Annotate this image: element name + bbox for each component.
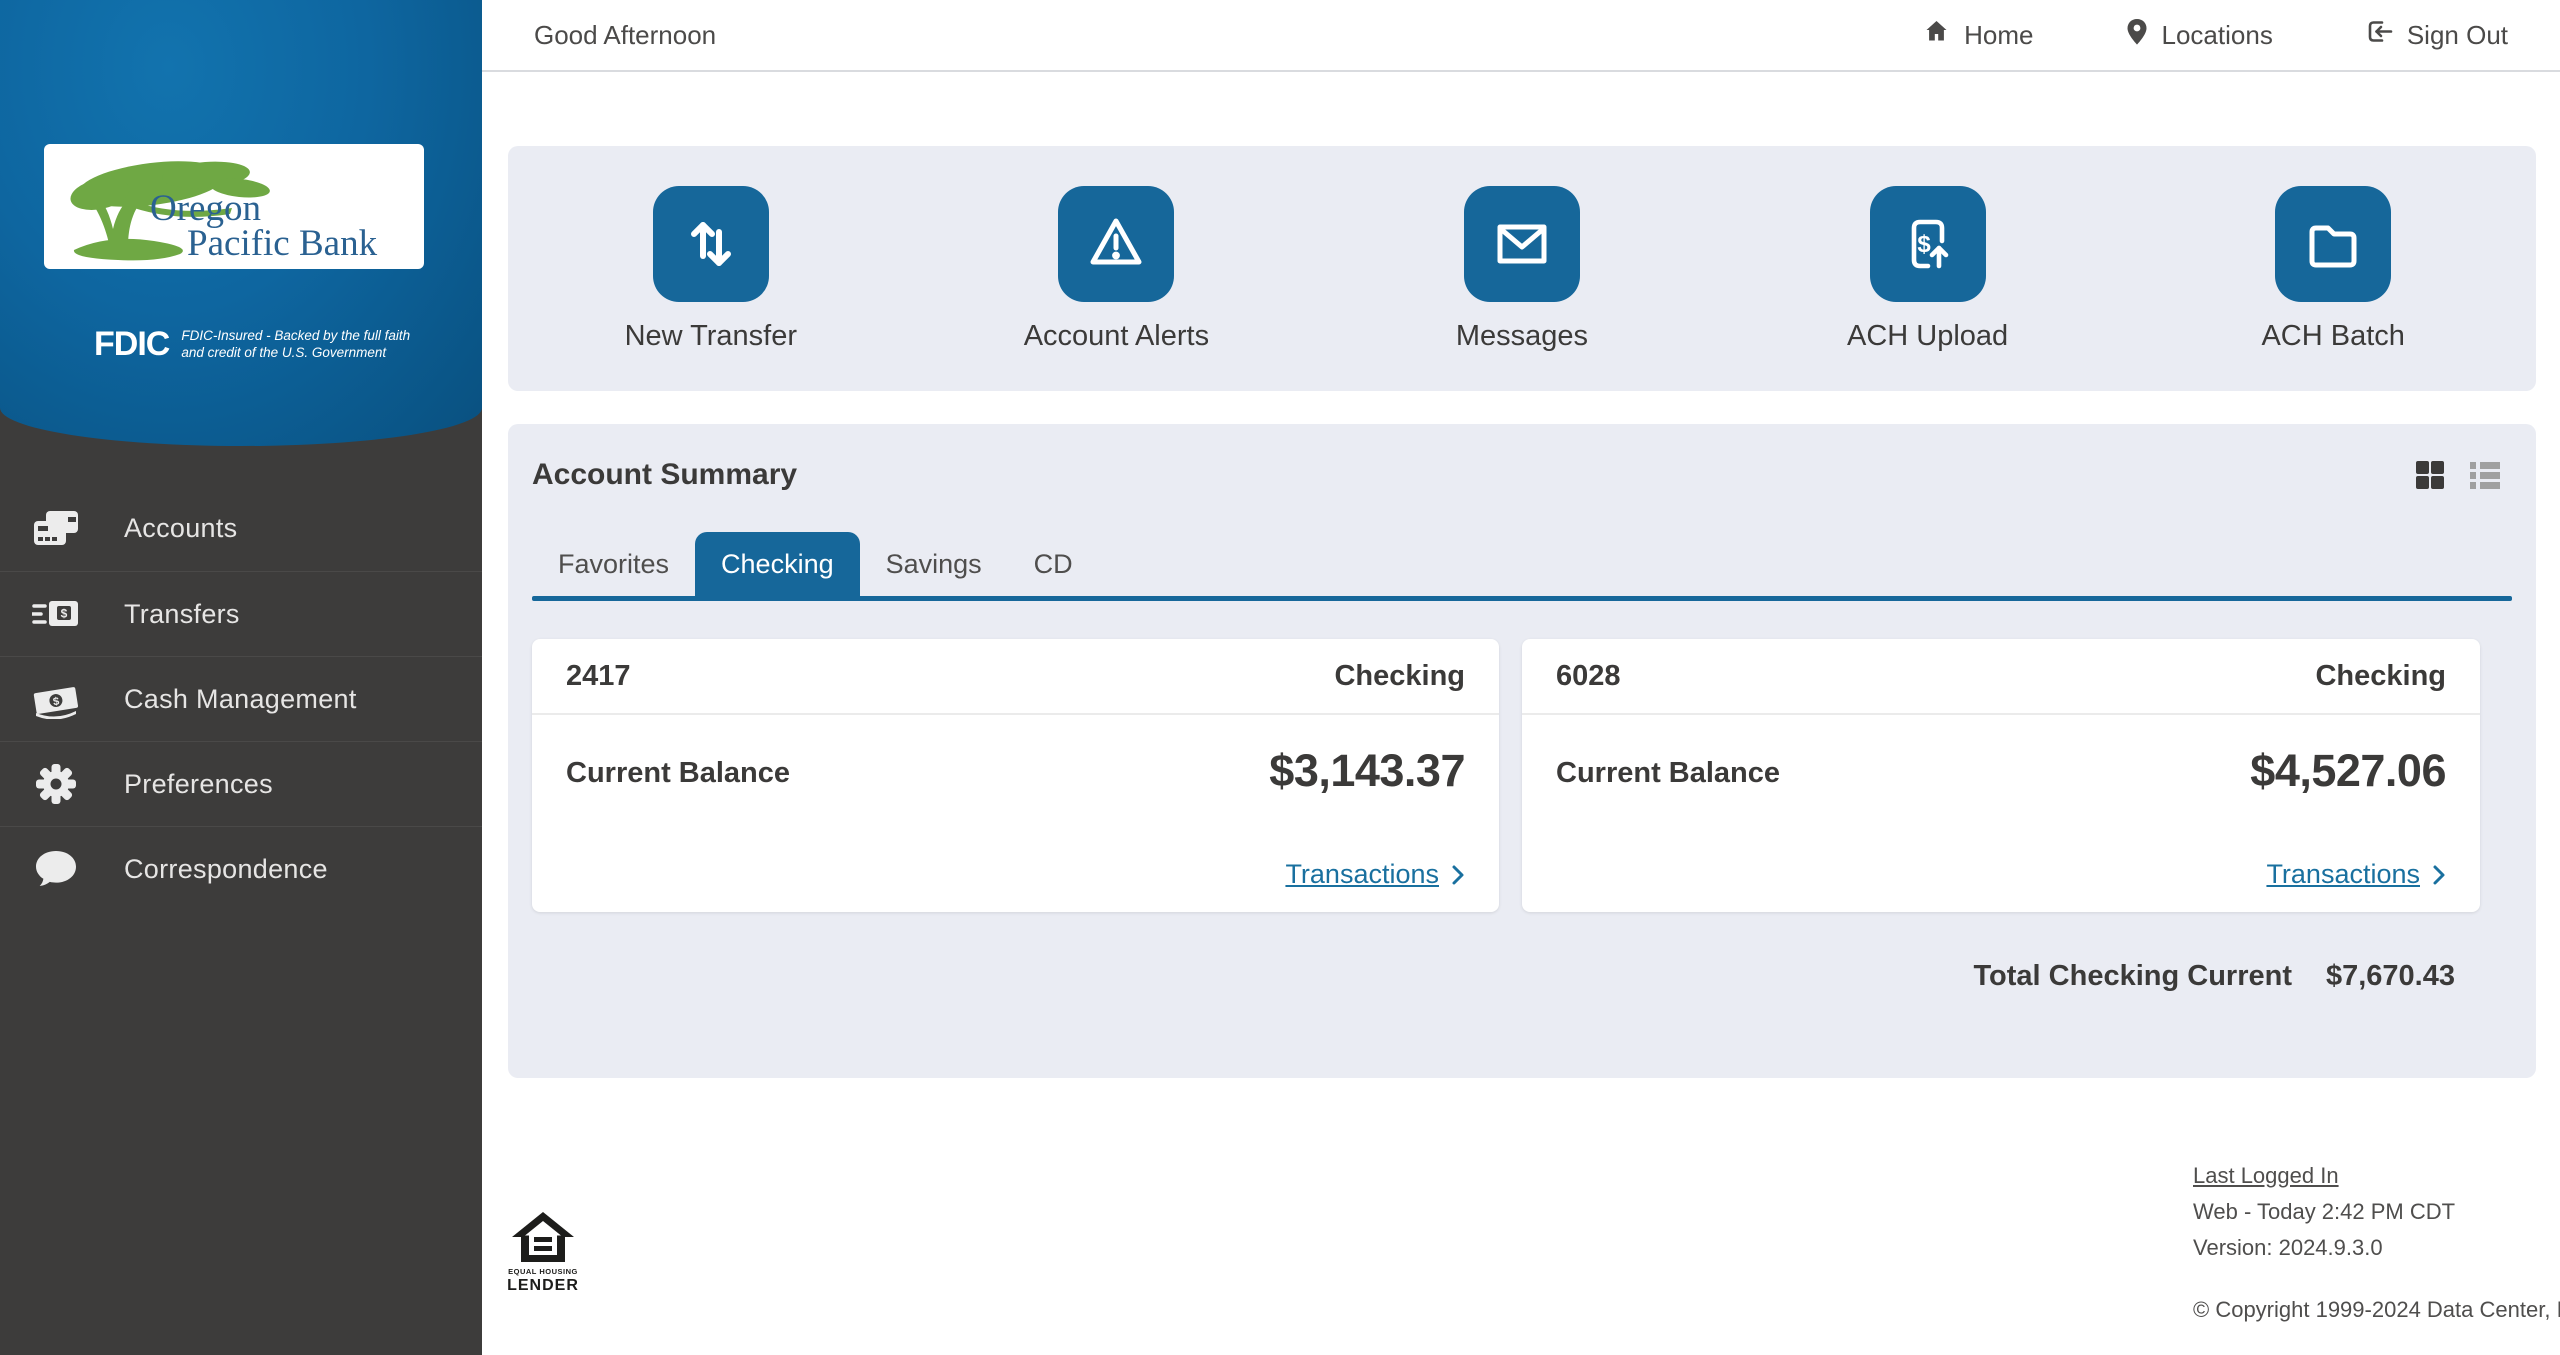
balance-value: $4,527.06 — [2250, 745, 2446, 797]
account-tabs: Favorites Checking Savings CD — [532, 532, 2512, 596]
fdic-line1: FDIC-Insured - Backed by the full faith — [181, 328, 410, 345]
folder-icon — [2275, 186, 2391, 302]
fdic-line2: and credit of the U.S. Government — [181, 345, 410, 362]
sidebar-item-accounts[interactable]: Accounts — [0, 486, 482, 571]
gear-icon — [30, 762, 82, 806]
footer-info: Last Logged In Web - Today 2:42 PM CDT V… — [2193, 1158, 2560, 1328]
quick-action-new-transfer[interactable]: New Transfer — [508, 146, 914, 391]
nav-locations-label: Locations — [2162, 20, 2273, 51]
last-logged-in-value: Web - Today 2:42 PM CDT — [2193, 1194, 2560, 1230]
quick-action-ach-batch[interactable]: ACH Batch — [2130, 146, 2536, 391]
nav-home[interactable]: Home — [1923, 18, 2033, 52]
account-card: 2417 Checking Current Balance $3,143.37 … — [532, 639, 1499, 912]
tabs-underline — [532, 596, 2512, 601]
quick-action-messages[interactable]: Messages — [1319, 146, 1725, 391]
quick-action-label: ACH Upload — [1847, 320, 2008, 353]
fdic-abbr: FDIC — [94, 325, 169, 364]
tab-favorites[interactable]: Favorites — [532, 532, 695, 596]
last-logged-in-label[interactable]: Last Logged In — [2193, 1158, 2560, 1194]
nav-home-label: Home — [1964, 20, 2033, 51]
transactions-link[interactable]: Transactions — [2266, 859, 2446, 890]
total-label: Total Checking Current — [1973, 960, 2292, 993]
version-text: Version: 2024.9.3.0 — [2193, 1230, 2560, 1266]
sidebar: Oregon Pacific Bank FDIC FDIC-Insured - … — [0, 0, 482, 1355]
chevron-right-icon — [1451, 864, 1465, 886]
location-pin-icon — [2126, 18, 2148, 53]
greeting-text: Good Afternoon — [534, 20, 716, 51]
top-bar: Good Afternoon Home Locations — [482, 0, 2560, 72]
account-summary-title: Account Summary — [532, 458, 797, 492]
grid-view-icon[interactable] — [2414, 459, 2446, 491]
chevron-right-icon — [2432, 864, 2446, 886]
chat-bubble-icon — [30, 848, 82, 890]
quick-action-account-alerts[interactable]: Account Alerts — [914, 146, 1320, 391]
svg-text:EQUAL HOUSING: EQUAL HOUSING — [508, 1267, 578, 1276]
quick-action-label: Account Alerts — [1024, 320, 1209, 353]
account-summary-panel: Account Summary Favorite — [508, 424, 2536, 1078]
transfer-arrows-icon — [653, 186, 769, 302]
warning-triangle-icon — [1058, 186, 1174, 302]
svg-text:LENDER: LENDER — [508, 1277, 578, 1294]
account-type: Checking — [1334, 660, 1465, 693]
envelope-icon — [1464, 186, 1580, 302]
balance-label: Current Balance — [566, 757, 790, 790]
balance-value: $3,143.37 — [1269, 745, 1465, 797]
fdic-notice: FDIC FDIC-Insured - Backed by the full f… — [94, 325, 410, 364]
page: Oregon Pacific Bank FDIC FDIC-Insured - … — [0, 0, 2560, 1355]
quick-action-label: Messages — [1456, 320, 1588, 353]
credit-card-icon — [30, 509, 82, 549]
logo-line2: Pacific Bank — [187, 223, 378, 264]
account-number: 2417 — [566, 660, 631, 693]
account-number: 6028 — [1556, 660, 1621, 693]
quick-actions-panel: New Transfer Account Alerts Messages — [508, 146, 2536, 391]
account-type: Checking — [2315, 660, 2446, 693]
sidebar-item-transfers[interactable]: $ Transfers — [0, 571, 482, 656]
top-nav: Home Locations — [1923, 18, 2560, 53]
total-row: Total Checking Current $7,670.43 — [532, 960, 2512, 993]
sidebar-item-label: Accounts — [124, 513, 237, 544]
cash-icon: $ — [30, 679, 82, 719]
equal-housing-lender-icon: EQUAL HOUSING LENDER — [508, 1208, 578, 1305]
sidebar-item-correspondence[interactable]: Correspondence — [0, 826, 482, 911]
sign-out-icon — [2365, 18, 2393, 52]
quick-action-label: New Transfer — [625, 320, 797, 353]
quick-action-ach-upload[interactable]: $ ACH Upload — [1725, 146, 2131, 391]
total-value: $7,670.43 — [2326, 960, 2455, 993]
sidebar-item-preferences[interactable]: Preferences — [0, 741, 482, 826]
tab-savings[interactable]: Savings — [860, 532, 1008, 596]
sidebar-item-label: Correspondence — [124, 854, 328, 885]
bank-logo: Oregon Pacific Bank — [44, 144, 424, 269]
svg-text:$: $ — [1917, 231, 1931, 258]
sidebar-item-label: Cash Management — [124, 684, 357, 715]
home-icon — [1923, 18, 1950, 52]
sidebar-item-label: Preferences — [124, 769, 273, 800]
account-card: 6028 Checking Current Balance $4,527.06 … — [1522, 639, 2480, 912]
sidebar-item-cash-management[interactable]: $ Cash Management — [0, 656, 482, 741]
money-transfer-icon: $ — [30, 594, 82, 634]
document-upload-icon: $ — [1870, 186, 1986, 302]
list-view-icon[interactable] — [2468, 460, 2502, 490]
tab-cd[interactable]: CD — [1008, 532, 1099, 596]
transactions-link[interactable]: Transactions — [1285, 859, 1465, 890]
sidebar-menu: Accounts $ Transfers — [0, 486, 482, 911]
balance-label: Current Balance — [1556, 757, 1780, 790]
nav-locations[interactable]: Locations — [2126, 18, 2273, 53]
sidebar-item-label: Transfers — [124, 599, 240, 630]
nav-sign-out-label: Sign Out — [2407, 20, 2508, 51]
tree-logo-icon: Oregon Pacific Bank — [44, 144, 424, 269]
copyright-text: © Copyright 1999-2024 Data Center, Inc. — [2193, 1292, 2560, 1328]
tab-checking[interactable]: Checking — [695, 532, 860, 596]
quick-action-label: ACH Batch — [2261, 320, 2404, 353]
nav-sign-out[interactable]: Sign Out — [2365, 18, 2508, 52]
svg-text:$: $ — [61, 607, 68, 621]
